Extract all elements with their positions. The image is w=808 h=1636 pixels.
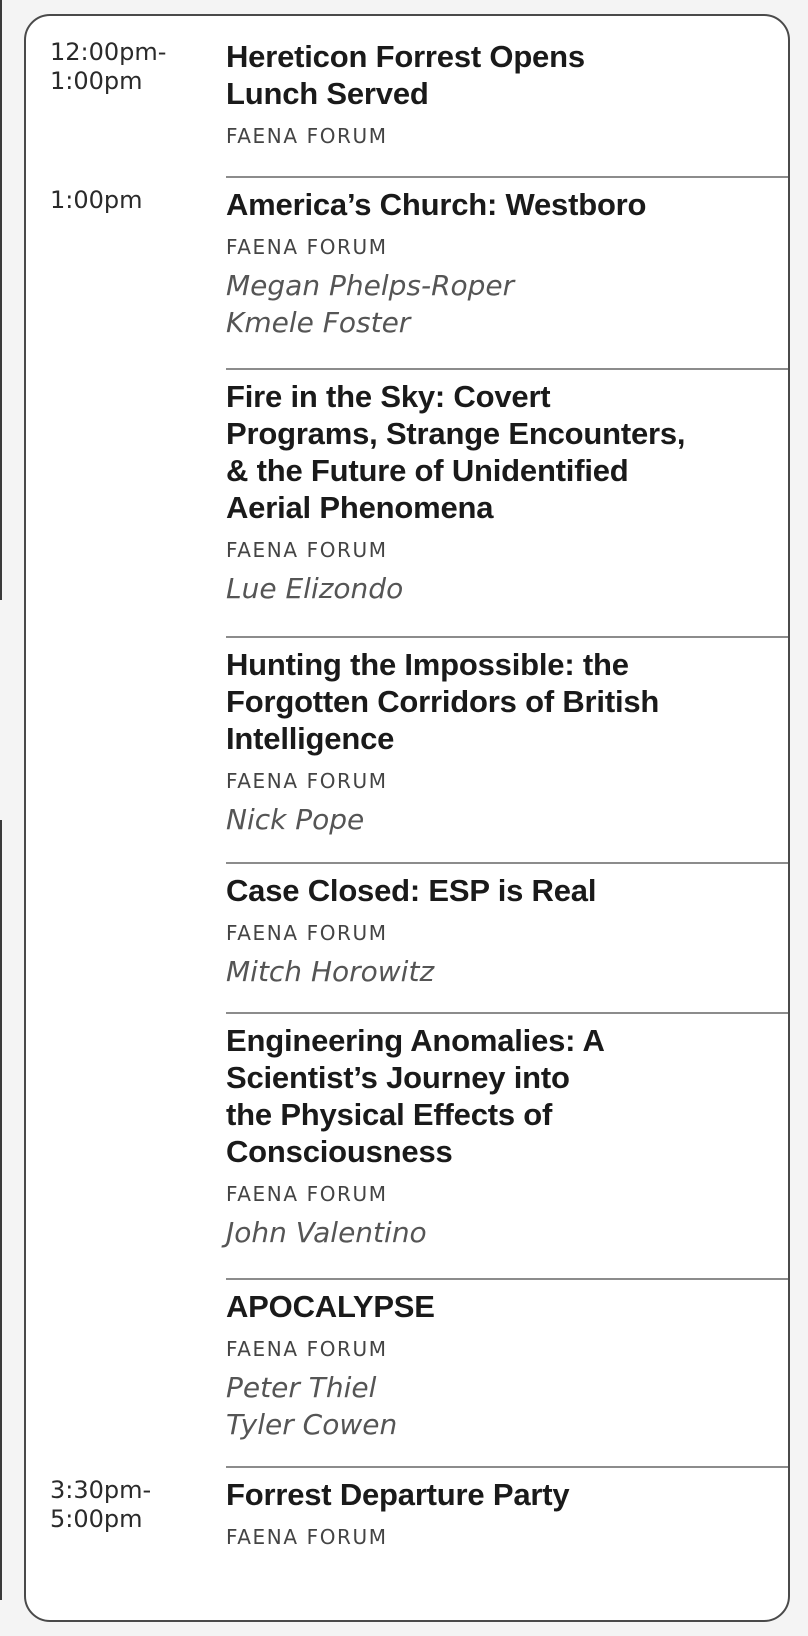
row-divider — [226, 862, 788, 864]
speaker-name: Kmele Foster — [226, 306, 411, 339]
session-block: America’s Church: Westboro FAENA FORUM M… — [226, 186, 788, 341]
session-title: Engineering Anomalies: A Scientist’s Jou… — [226, 1023, 605, 1169]
session-venue: FAENA FORUM — [226, 538, 388, 562]
row-divider — [226, 368, 788, 370]
session-venue: FAENA FORUM — [226, 124, 388, 148]
speaker-name: Tyler Cowen — [226, 1408, 398, 1441]
speaker-name: Lue Elizondo — [226, 572, 404, 605]
session-block: Hereticon Forrest Opens Lunch Served FAE… — [226, 38, 788, 148]
session-block: APOCALYPSE FAENA FORUM Peter Thiel Tyler… — [226, 1288, 788, 1443]
speaker-list: Nick Pope — [226, 801, 788, 838]
row-divider — [226, 1012, 788, 1014]
session-block: Fire in the Sky: Covert Programs, Strang… — [226, 378, 788, 607]
session-venue: FAENA FORUM — [226, 235, 388, 259]
speaker-name: John Valentino — [226, 1216, 427, 1249]
schedule-card: 12:00pm- 1:00pm Hereticon Forrest Opens … — [24, 14, 790, 1622]
session-time: 1:00pm — [50, 186, 143, 214]
session-time: 3:30pm- 5:00pm — [50, 1476, 152, 1533]
speaker-name: Nick Pope — [226, 803, 365, 836]
session-venue: FAENA FORUM — [226, 769, 388, 793]
speaker-list: Peter Thiel Tyler Cowen — [226, 1369, 788, 1443]
session-venue: FAENA FORUM — [226, 1337, 388, 1361]
session-block: Case Closed: ESP is Real FAENA FORUM Mit… — [226, 872, 788, 990]
session-block: Hunting the Impossible: the Forgotten Co… — [226, 646, 788, 838]
session-title: APOCALYPSE — [226, 1289, 435, 1324]
left-edge-line-top — [0, 0, 2, 600]
speaker-name: Megan Phelps-Roper — [226, 269, 515, 302]
session-block: Engineering Anomalies: A Scientist’s Jou… — [226, 1022, 788, 1251]
session-venue: FAENA FORUM — [226, 1525, 388, 1549]
session-title: Hunting the Impossible: the Forgotten Co… — [226, 647, 660, 756]
row-divider — [226, 636, 788, 638]
speaker-list: Megan Phelps-Roper Kmele Foster — [226, 267, 788, 341]
session-venue: FAENA FORUM — [226, 1182, 388, 1206]
row-divider — [226, 1466, 788, 1468]
speaker-list: Mitch Horowitz — [226, 953, 788, 990]
row-divider — [226, 1278, 788, 1280]
speaker-name: Peter Thiel — [226, 1371, 377, 1404]
speaker-list: Lue Elizondo — [226, 570, 788, 607]
session-venue: FAENA FORUM — [226, 921, 388, 945]
speaker-list: John Valentino — [226, 1214, 788, 1251]
left-edge-line-bottom — [0, 820, 2, 1600]
speaker-name: Mitch Horowitz — [226, 955, 435, 988]
session-title: Fire in the Sky: Covert Programs, Strang… — [226, 379, 686, 525]
session-title: Case Closed: ESP is Real — [226, 873, 597, 908]
session-title: America’s Church: Westboro — [226, 187, 647, 222]
session-title: Hereticon Forrest Opens Lunch Served — [226, 39, 585, 111]
session-time: 12:00pm- 1:00pm — [50, 38, 167, 95]
session-block: Forrest Departure Party FAENA FORUM — [226, 1476, 788, 1549]
session-title: Forrest Departure Party — [226, 1477, 570, 1512]
row-divider — [226, 176, 788, 178]
